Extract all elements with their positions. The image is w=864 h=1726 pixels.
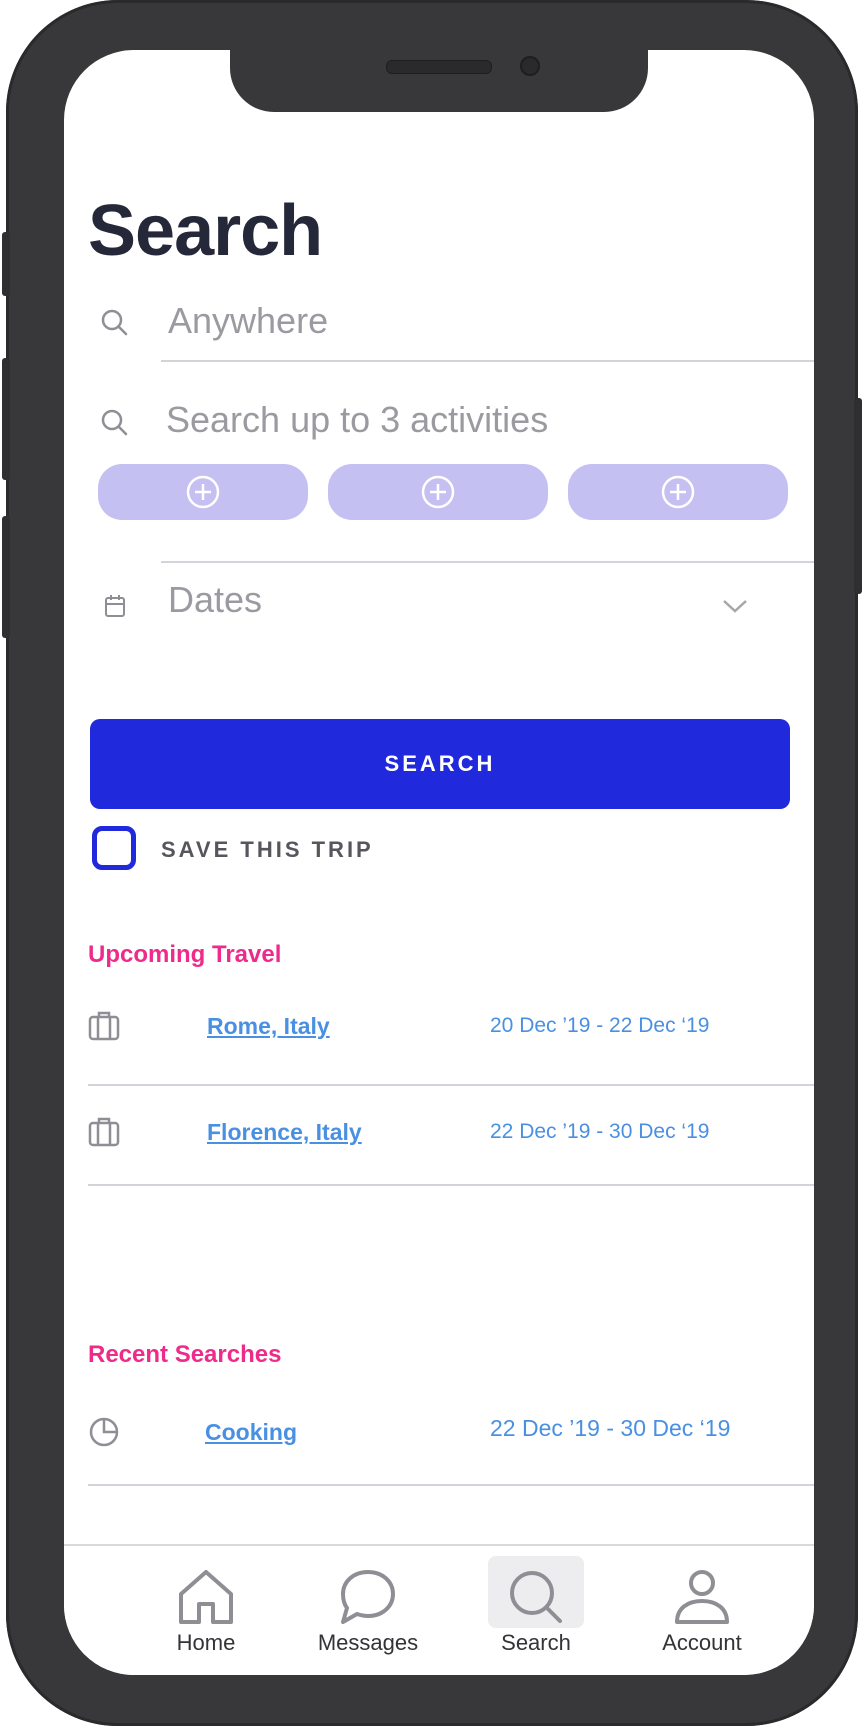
chat-bubble-icon (337, 1568, 399, 1631)
search-icon (505, 1568, 567, 1631)
front-camera (520, 56, 540, 76)
mute-switch (2, 232, 10, 296)
activities-input[interactable]: Search up to 3 activities (166, 399, 548, 441)
calendar-icon (104, 594, 132, 622)
luggage-icon (88, 1011, 120, 1046)
add-activity-button-2[interactable] (328, 464, 548, 520)
speaker-grille (386, 60, 492, 74)
add-activity-button-1[interactable] (98, 464, 308, 520)
user-icon (671, 1568, 733, 1631)
save-trip-checkbox[interactable] (92, 826, 136, 870)
tab-label: Search (501, 1630, 571, 1655)
plus-circle-icon (661, 475, 695, 509)
upcoming-travel-heading: Upcoming Travel (88, 941, 282, 968)
activities-divider (161, 561, 814, 563)
search-icon (100, 408, 128, 436)
trip-link-florence[interactable]: Florence, Italy (207, 1119, 362, 1146)
tab-label: Home (176, 1630, 236, 1655)
home-icon (175, 1568, 237, 1631)
search-button[interactable]: SEARCH (90, 719, 790, 809)
location-divider (161, 360, 814, 362)
list-divider (88, 1084, 814, 1086)
tab-account[interactable]: Account (627, 1546, 777, 1675)
phone-frame: Search Anywhere Search up to 3 activitie… (2, 0, 862, 1726)
screen: Search Anywhere Search up to 3 activitie… (64, 50, 814, 1675)
tab-search[interactable]: Search (461, 1546, 611, 1675)
tab-home[interactable]: Home (131, 1546, 281, 1675)
tab-label: Messages (317, 1630, 419, 1655)
plus-circle-icon (421, 475, 455, 509)
recent-search-link-cooking[interactable]: Cooking (205, 1419, 297, 1446)
save-trip-label[interactable]: SAVE THIS TRIP (161, 837, 374, 863)
search-icon (100, 308, 128, 336)
tab-label: Account (662, 1630, 742, 1655)
trip-dates: 22 Dec ’19 - 30 Dec ‘19 (490, 1120, 710, 1143)
luggage-icon (88, 1117, 120, 1152)
history-pie-icon (88, 1416, 120, 1453)
list-divider (88, 1484, 814, 1486)
volume-up-button (2, 358, 10, 480)
location-input[interactable]: Anywhere (168, 300, 328, 342)
power-button (854, 398, 862, 594)
tab-bar: Home Messages Search Account (64, 1544, 814, 1675)
page-title: Search (88, 191, 323, 271)
trip-dates: 20 Dec ’19 - 22 Dec ‘19 (490, 1014, 710, 1037)
volume-down-button (2, 516, 10, 638)
plus-circle-icon (186, 475, 220, 509)
recent-searches-heading: Recent Searches (88, 1341, 282, 1368)
chevron-down-icon[interactable] (722, 598, 748, 619)
add-activity-button-3[interactable] (568, 464, 788, 520)
recent-search-dates: 22 Dec ’19 - 30 Dec ‘19 (490, 1415, 731, 1441)
tab-messages[interactable]: Messages (293, 1546, 443, 1675)
list-divider (88, 1184, 814, 1186)
notch (230, 50, 648, 112)
dates-select[interactable]: Dates (168, 579, 262, 621)
trip-link-rome[interactable]: Rome, Italy (207, 1013, 330, 1040)
